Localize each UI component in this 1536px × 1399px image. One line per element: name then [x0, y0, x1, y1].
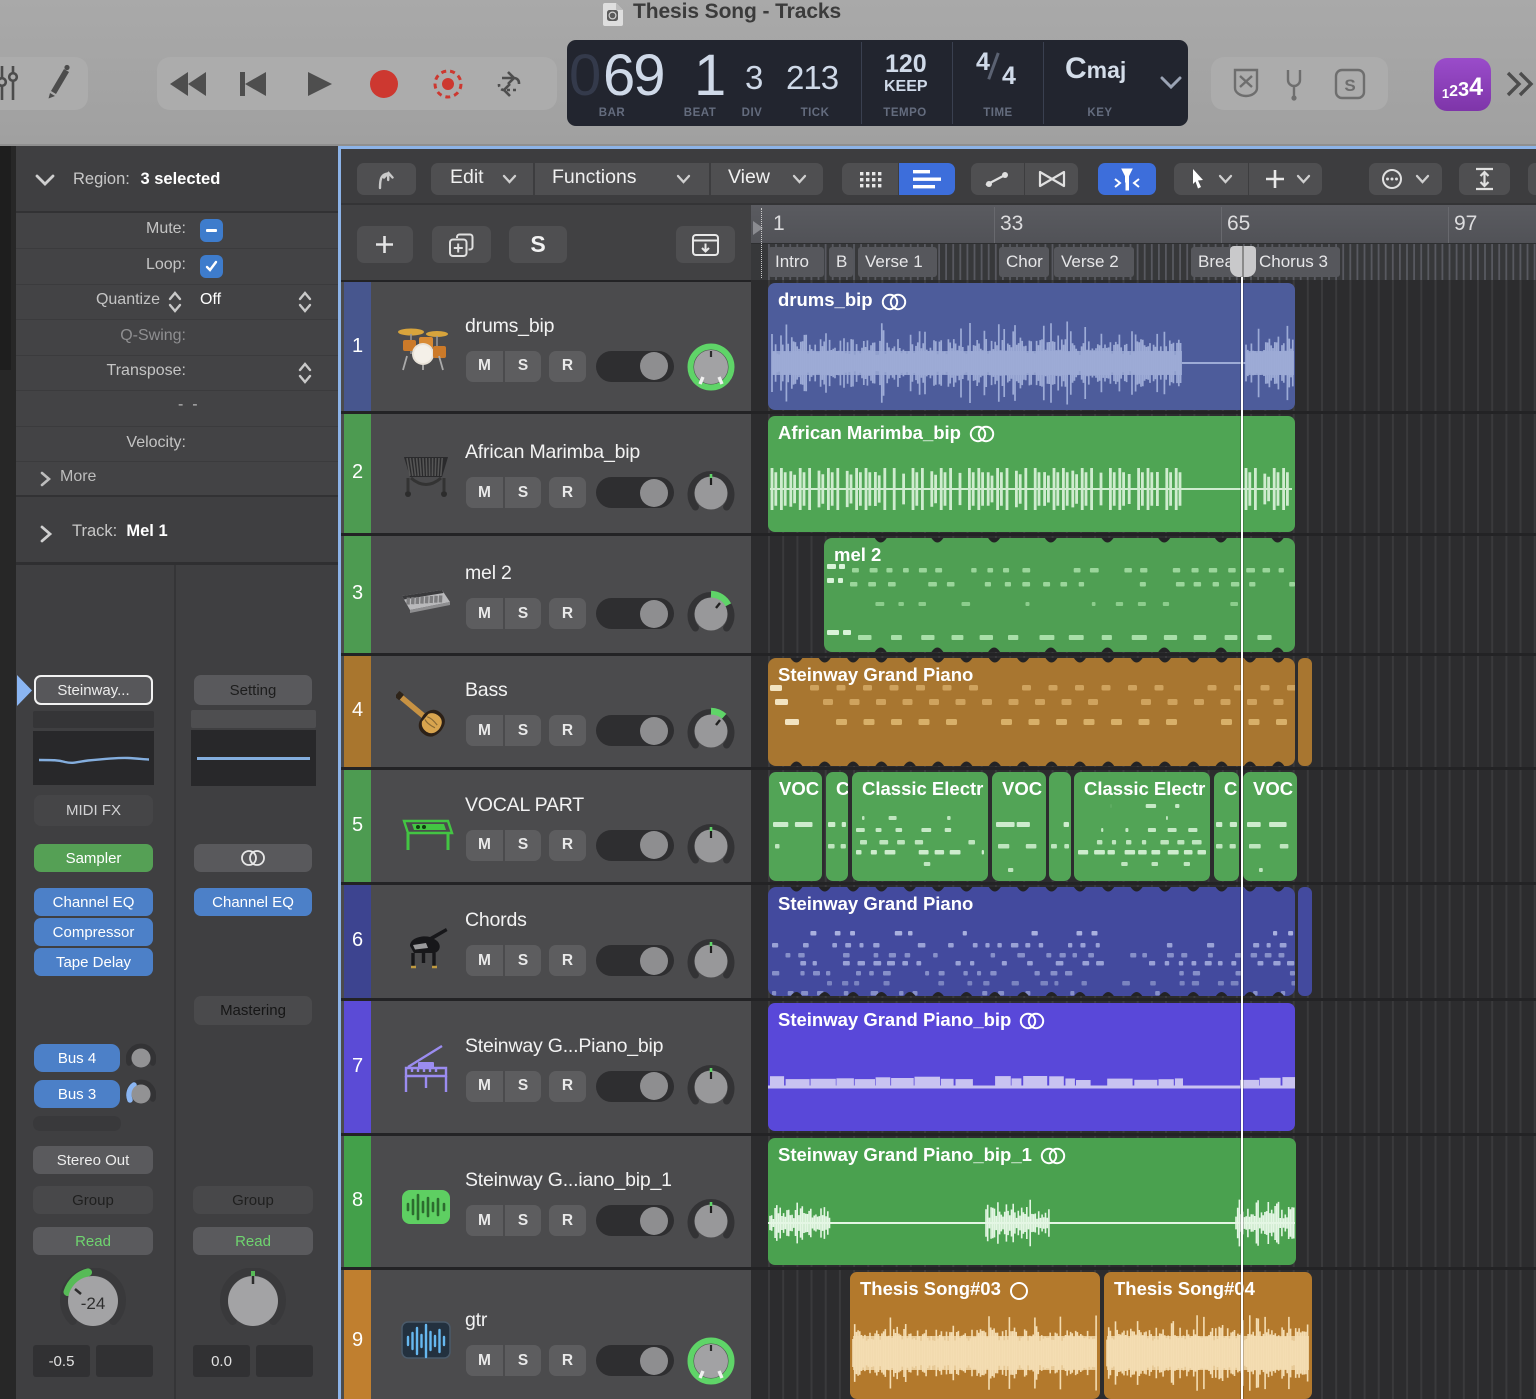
svg-text:-24: -24	[81, 1294, 106, 1313]
svg-text:S: S	[1344, 76, 1355, 95]
